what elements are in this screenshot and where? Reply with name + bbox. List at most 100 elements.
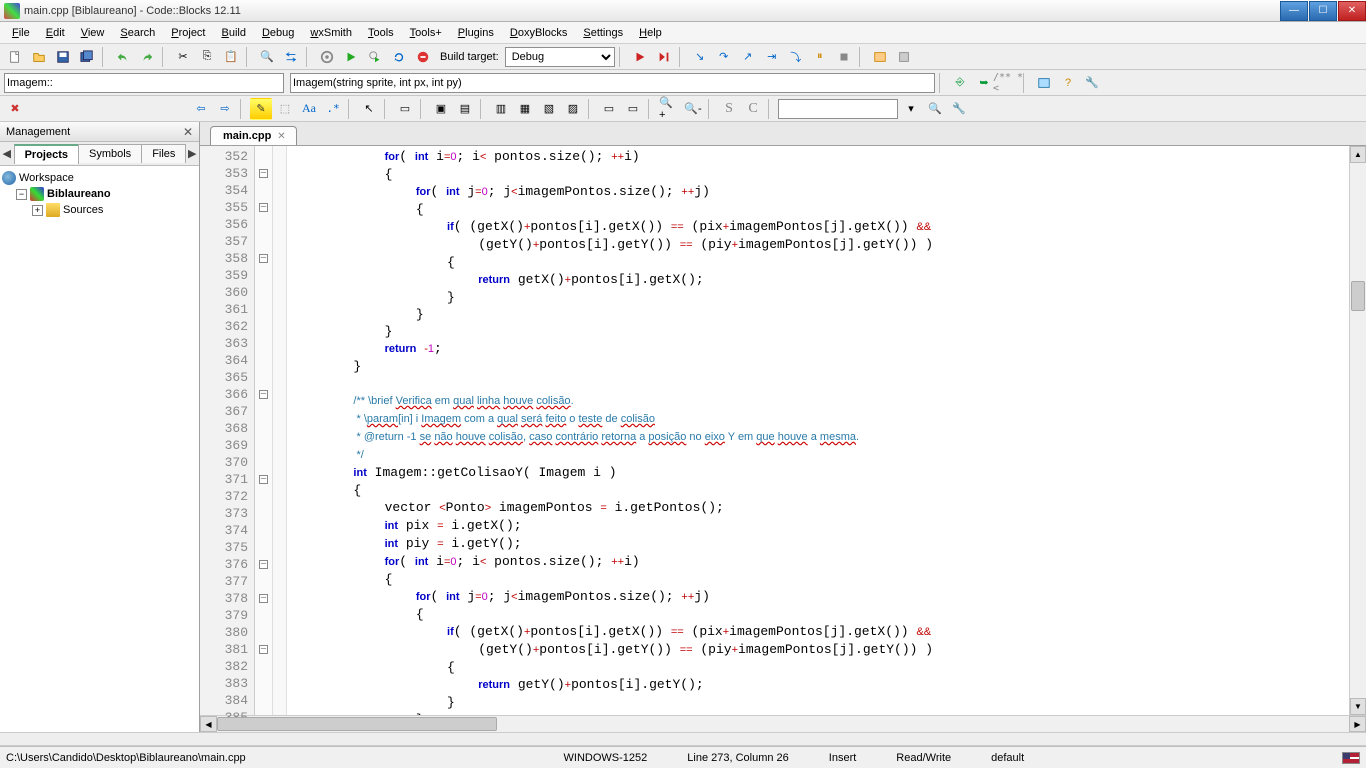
tabs-scroll-left-button[interactable]: ◀: [0, 147, 14, 160]
source-c-button[interactable]: C: [742, 98, 764, 120]
zoom-out-button[interactable]: 🔍-: [682, 98, 704, 120]
cut-button[interactable]: ✂: [172, 46, 194, 68]
source-s-button[interactable]: S: [718, 98, 740, 120]
into-instr-button[interactable]: ⤵: [785, 46, 807, 68]
menu-settings[interactable]: Settings: [575, 25, 631, 41]
debug-windows-button[interactable]: [869, 46, 891, 68]
menu-search[interactable]: Search: [112, 25, 163, 41]
language-flag-icon[interactable]: [1342, 752, 1360, 764]
abort-button[interactable]: [412, 46, 434, 68]
replace-button[interactable]: [280, 46, 302, 68]
paste-button[interactable]: 📋: [220, 46, 242, 68]
regex-button[interactable]: .*: [322, 98, 344, 120]
search-dropdown-button[interactable]: ▾: [900, 98, 922, 120]
build-target-select[interactable]: Debug: [505, 47, 615, 67]
collapse-icon[interactable]: −: [16, 189, 27, 200]
fold-gutter[interactable]: −−−−−−−−: [255, 146, 273, 715]
tool-f-button[interactable]: ▧: [538, 98, 560, 120]
search-options-button[interactable]: 🔧: [948, 98, 970, 120]
vscroll-thumb[interactable]: [1351, 281, 1365, 311]
tool-b-button[interactable]: ▣: [430, 98, 452, 120]
doxy-line-button[interactable]: ➥: [973, 72, 995, 94]
code-editor[interactable]: for( int i=0; i< pontos.size(); ++i) { f…: [287, 146, 1349, 715]
selection-button[interactable]: ⬚: [274, 98, 296, 120]
select-cursor-button[interactable]: ↖: [358, 98, 380, 120]
tool-h-button[interactable]: ▭: [598, 98, 620, 120]
tool-d-button[interactable]: ▥: [490, 98, 512, 120]
tab-files[interactable]: Files: [141, 144, 186, 163]
run-button[interactable]: [340, 46, 362, 68]
build-run-button[interactable]: [364, 46, 386, 68]
zoom-in-button[interactable]: 🔍+: [658, 98, 680, 120]
menu-tools+[interactable]: Tools+: [402, 25, 450, 41]
file-tab-close-button[interactable]: ✕: [277, 131, 285, 142]
clear-bookmark-button[interactable]: ✖: [4, 98, 26, 120]
nav-back-button[interactable]: ⇦: [190, 98, 212, 120]
menu-view[interactable]: View: [73, 25, 113, 41]
doxy-block-button[interactable]: ⎆: [949, 72, 971, 94]
stop-debug-button[interactable]: [833, 46, 855, 68]
doxy-help-button[interactable]: ?: [1057, 72, 1079, 94]
doxy-config-button[interactable]: 🔧: [1081, 72, 1103, 94]
scope-combo[interactable]: [4, 73, 284, 93]
scroll-left-button[interactable]: ◀: [200, 716, 217, 732]
match-case-button[interactable]: Aa: [298, 98, 320, 120]
save-button[interactable]: [52, 46, 74, 68]
tree-workspace[interactable]: Workspace: [2, 170, 197, 186]
tab-projects[interactable]: Projects: [14, 144, 79, 164]
undo-button[interactable]: [112, 46, 134, 68]
tool-i-button[interactable]: ▭: [622, 98, 644, 120]
menu-edit[interactable]: Edit: [38, 25, 73, 41]
menu-tools[interactable]: Tools: [360, 25, 402, 41]
function-combo[interactable]: [290, 73, 935, 93]
doxy-run-button[interactable]: [1033, 72, 1055, 94]
scroll-down-button[interactable]: ▼: [1350, 698, 1366, 715]
menu-file[interactable]: File: [4, 25, 38, 41]
minimize-button[interactable]: —: [1280, 1, 1308, 21]
hscroll-thumb[interactable]: [217, 717, 497, 731]
project-tree[interactable]: Workspace − Biblaureano + Sources: [0, 166, 199, 732]
build-button[interactable]: [316, 46, 338, 68]
save-all-button[interactable]: [76, 46, 98, 68]
run-to-cursor-button[interactable]: [653, 46, 675, 68]
maximize-button[interactable]: ☐: [1309, 1, 1337, 21]
scroll-up-button[interactable]: ▲: [1350, 146, 1366, 163]
menu-project[interactable]: Project: [163, 25, 213, 41]
doxy-comment-button[interactable]: /** *<: [997, 72, 1019, 94]
search-go-button[interactable]: 🔍: [924, 98, 946, 120]
menu-debug[interactable]: Debug: [254, 25, 302, 41]
find-button[interactable]: 🔍: [256, 46, 278, 68]
redo-button[interactable]: [136, 46, 158, 68]
step-out-button[interactable]: ↗: [737, 46, 759, 68]
close-button[interactable]: ✕: [1338, 1, 1366, 21]
menu-wxsmith[interactable]: wxSmith: [302, 25, 360, 41]
debug-continue-button[interactable]: [629, 46, 651, 68]
file-tab-main[interactable]: main.cpp ✕: [210, 126, 297, 145]
tool-g-button[interactable]: ▨: [562, 98, 584, 120]
menu-plugins[interactable]: Plugins: [450, 25, 502, 41]
vertical-scrollbar[interactable]: ▲ ▼: [1349, 146, 1366, 715]
horizontal-scrollbar[interactable]: ◀ ▶: [200, 715, 1366, 732]
search-input[interactable]: [778, 99, 898, 119]
tool-a-button[interactable]: ▭: [394, 98, 416, 120]
nav-fwd-button[interactable]: ⇨: [214, 98, 236, 120]
tree-sources[interactable]: + Sources: [2, 202, 197, 218]
step-over-button[interactable]: ↷: [713, 46, 735, 68]
open-file-button[interactable]: [28, 46, 50, 68]
tree-project[interactable]: − Biblaureano: [2, 186, 197, 202]
next-instr-button[interactable]: ⇥: [761, 46, 783, 68]
highlight-button[interactable]: ✎: [250, 98, 272, 120]
tool-c-button[interactable]: ▤: [454, 98, 476, 120]
scroll-right-button[interactable]: ▶: [1349, 716, 1366, 732]
tab-symbols[interactable]: Symbols: [78, 144, 142, 163]
step-into-button[interactable]: ↘: [689, 46, 711, 68]
menu-build[interactable]: Build: [214, 25, 254, 41]
expand-icon[interactable]: +: [32, 205, 43, 216]
menu-help[interactable]: Help: [631, 25, 670, 41]
rebuild-button[interactable]: [388, 46, 410, 68]
copy-button[interactable]: ⎘: [196, 46, 218, 68]
tabs-scroll-right-button[interactable]: ▶: [185, 147, 199, 160]
new-file-button[interactable]: [4, 46, 26, 68]
menu-doxyblocks[interactable]: DoxyBlocks: [502, 25, 575, 41]
info-button[interactable]: [893, 46, 915, 68]
